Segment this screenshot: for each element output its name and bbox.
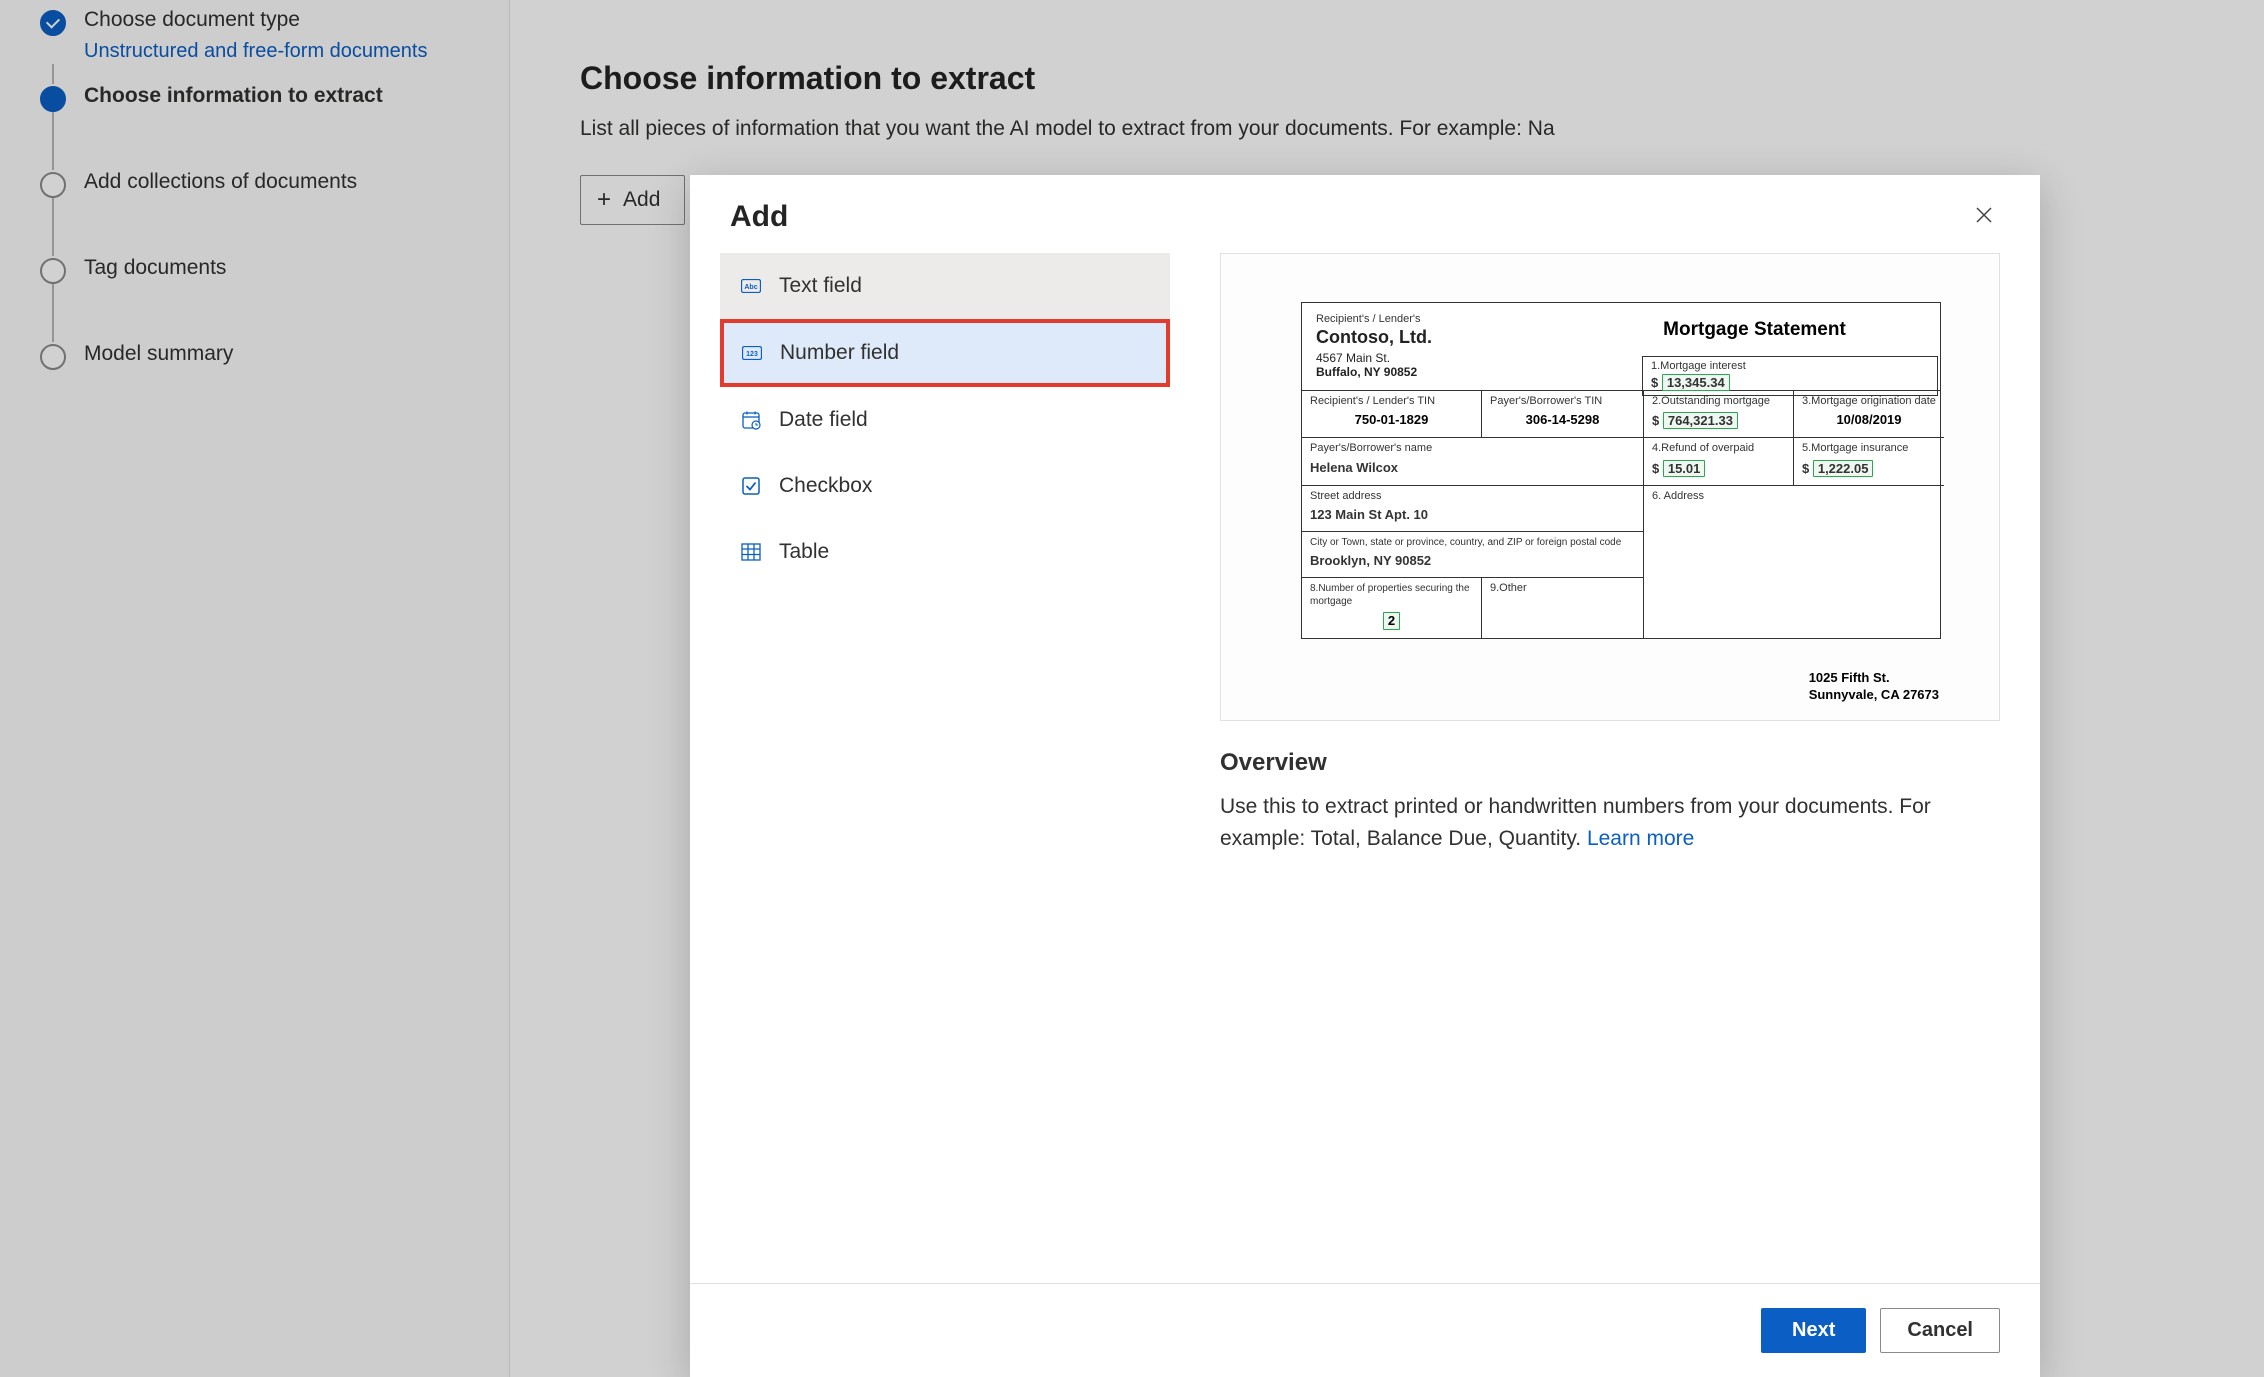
doc-cell-value: Helena Wilcox: [1310, 460, 1635, 476]
doc-cell-label: 1.Mortgage interest: [1651, 360, 1746, 372]
overview-title: Overview: [1220, 749, 2000, 777]
doc-cell-label: 3.Mortgage origination date: [1802, 395, 1936, 407]
checkbox-icon: [739, 474, 763, 498]
doc-cell-label: 9.Other: [1490, 582, 1527, 594]
doc-cell-value: 123 Main St Apt. 10: [1310, 507, 1635, 523]
doc-cell-label: 8.Number of properties securing the mort…: [1310, 583, 1470, 607]
preview-column: Recipient's / Lender's Contoso, Ltd. 456…: [1220, 253, 2000, 1253]
doc-cell-value: Brooklyn, NY 90852: [1310, 553, 1635, 569]
doc-address6-value: 1025 Fifth St. Sunnyvale, CA 27673: [1809, 670, 1939, 704]
field-type-date[interactable]: Date field: [720, 387, 1170, 453]
modal-title: Add: [730, 200, 788, 234]
doc-cell-value: 10/08/2019: [1802, 412, 1936, 428]
highlighted-value: 13,345.34: [1662, 374, 1730, 391]
svg-text:Abc: Abc: [744, 284, 757, 291]
doc-cell-label: 2.Outstanding mortgage: [1652, 395, 1770, 407]
modal-footer: Next Cancel: [690, 1283, 2040, 1377]
doc-cell-label: Recipient's / Lender's TIN: [1310, 395, 1435, 407]
highlighted-value: 764,321.33: [1663, 412, 1738, 430]
next-button[interactable]: Next: [1761, 1308, 1866, 1353]
field-type-label: Number field: [780, 341, 899, 365]
field-type-list: Abc Text field 123 Number field Date fie…: [720, 253, 1170, 1253]
table-icon: [739, 540, 763, 564]
doc-cell-label: City or Town, state or province, country…: [1310, 537, 1621, 548]
text-field-icon: Abc: [739, 274, 763, 298]
close-button[interactable]: [1968, 199, 2000, 235]
doc-cell-label: Payer's/Borrower's TIN: [1490, 395, 1602, 407]
modal-header: Add: [690, 175, 2040, 241]
field-type-label: Text field: [779, 274, 862, 298]
doc-cell-label: 6. Address: [1652, 490, 1704, 502]
doc-cell-value: 750-01-1829: [1310, 412, 1473, 428]
add-field-modal: Add Abc Text field 123 Number field: [690, 175, 2040, 1377]
doc-cell-value: 306-14-5298: [1490, 412, 1635, 428]
learn-more-link[interactable]: Learn more: [1587, 827, 1694, 850]
close-icon: [1974, 205, 1994, 225]
number-field-icon: 123: [740, 341, 764, 365]
doc-cell-label: 5.Mortgage insurance: [1802, 442, 1908, 454]
field-type-table[interactable]: Table: [720, 519, 1170, 585]
field-type-label: Date field: [779, 408, 868, 432]
doc-cell-label: Street address: [1310, 490, 1382, 502]
preview-document: Recipient's / Lender's Contoso, Ltd. 456…: [1220, 253, 2000, 721]
field-type-label: Checkbox: [779, 474, 872, 498]
field-type-number[interactable]: 123 Number field: [720, 319, 1170, 387]
overview-section: Overview Use this to extract printed or …: [1220, 749, 2000, 854]
field-type-label: Table: [779, 540, 829, 564]
highlighted-value: 1,222.05: [1813, 460, 1874, 478]
field-type-checkbox[interactable]: Checkbox: [720, 453, 1170, 519]
doc-cell-label: Payer's/Borrower's name: [1310, 442, 1432, 454]
highlighted-value: 2: [1383, 612, 1400, 630]
cancel-button[interactable]: Cancel: [1880, 1308, 2000, 1353]
svg-text:123: 123: [746, 351, 758, 358]
doc-title: Mortgage Statement: [1642, 306, 1867, 356]
highlighted-value: 15.01: [1663, 460, 1706, 478]
doc-cell-label: 4.Refund of overpaid: [1652, 442, 1754, 454]
field-type-text[interactable]: Abc Text field: [720, 253, 1170, 319]
date-field-icon: [739, 408, 763, 432]
overview-text: Use this to extract printed or handwritt…: [1220, 795, 1931, 850]
